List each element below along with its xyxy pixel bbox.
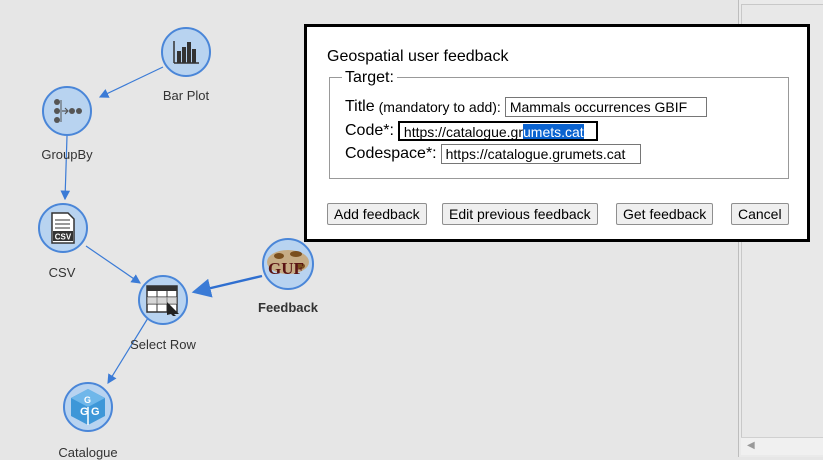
- csv-document-icon: CSV: [51, 212, 75, 244]
- horizontal-scrollbar[interactable]: ◀: [741, 437, 823, 455]
- guf-icon-text: GUF: [268, 259, 304, 278]
- node-groupby[interactable]: [42, 86, 92, 136]
- edge-csv-selectrow: [85, 245, 141, 284]
- edge-feedback-selectrow: [191, 274, 263, 298]
- node-csv[interactable]: CSV: [38, 203, 88, 253]
- svg-text:G: G: [84, 395, 91, 405]
- guf-logo-icon: GUF: [267, 250, 309, 278]
- table-cursor-icon: [146, 285, 179, 316]
- svg-text:G: G: [80, 406, 89, 418]
- title-input[interactable]: Mammals occurrences GBIF: [504, 97, 707, 117]
- code-row: Code*: https://catalogue.grumets.cat: [345, 120, 599, 142]
- title-label: Title: [345, 98, 375, 115]
- code-input[interactable]: https://catalogue.grumets.cat: [396, 120, 599, 142]
- csv-icon-text: CSV: [55, 233, 72, 242]
- node-label-csv: CSV: [48, 265, 76, 280]
- fieldset-legend: Target:: [342, 69, 397, 87]
- node-select-row[interactable]: [138, 275, 188, 325]
- codespace-row: Codespace*: https://catalogue.grumets.ca…: [345, 144, 641, 164]
- title-row: Title (mandatory to add): Mammals occurr…: [345, 97, 707, 117]
- node-label-groupby: GroupBy: [41, 147, 93, 162]
- get-feedback-button[interactable]: Get feedback: [616, 203, 714, 225]
- node-feedback[interactable]: GUF: [262, 238, 314, 290]
- group-nodes-icon: [54, 99, 82, 123]
- codespace-input[interactable]: https://catalogue.grumets.cat: [440, 144, 641, 164]
- code-label: Code*:: [345, 122, 394, 139]
- codespace-input-value: https://catalogue.grumets.cat: [445, 146, 626, 162]
- edge-barplot-groupby: [98, 66, 164, 98]
- code-input-selection: umets.cat: [523, 124, 584, 140]
- node-bar-plot[interactable]: [161, 27, 211, 77]
- feedback-dialog: Geospatial user feedback Target: Title (…: [304, 24, 810, 242]
- code-input-value: https://catalogue.gr: [403, 124, 523, 140]
- bar-chart-icon: [173, 41, 199, 64]
- add-feedback-button[interactable]: Add feedback: [327, 203, 427, 225]
- scroll-left-icon[interactable]: ◀: [747, 440, 755, 451]
- target-fieldset: Target: Title (mandatory to add): Mammal…: [329, 69, 789, 179]
- catalogue-cube-icon: G G G: [71, 389, 105, 425]
- node-catalogue[interactable]: G G G: [63, 382, 113, 432]
- title-hint: (mandatory to add):: [378, 99, 501, 115]
- node-label-bar-plot: Bar Plot: [162, 88, 210, 103]
- node-label-feedback: Feedback: [258, 300, 318, 315]
- edge-groupby-csv: [60, 135, 71, 201]
- svg-text:G: G: [91, 406, 100, 418]
- dialog-title: Geospatial user feedback: [327, 48, 509, 65]
- edit-previous-feedback-button[interactable]: Edit previous feedback: [442, 203, 598, 225]
- codespace-label: Codespace*:: [345, 145, 437, 162]
- cancel-button[interactable]: Cancel: [731, 203, 789, 225]
- node-label-catalogue: Catalogue: [58, 445, 118, 460]
- title-input-value: Mammals occurrences GBIF: [509, 99, 688, 115]
- node-label-select-row: Select Row: [130, 337, 196, 352]
